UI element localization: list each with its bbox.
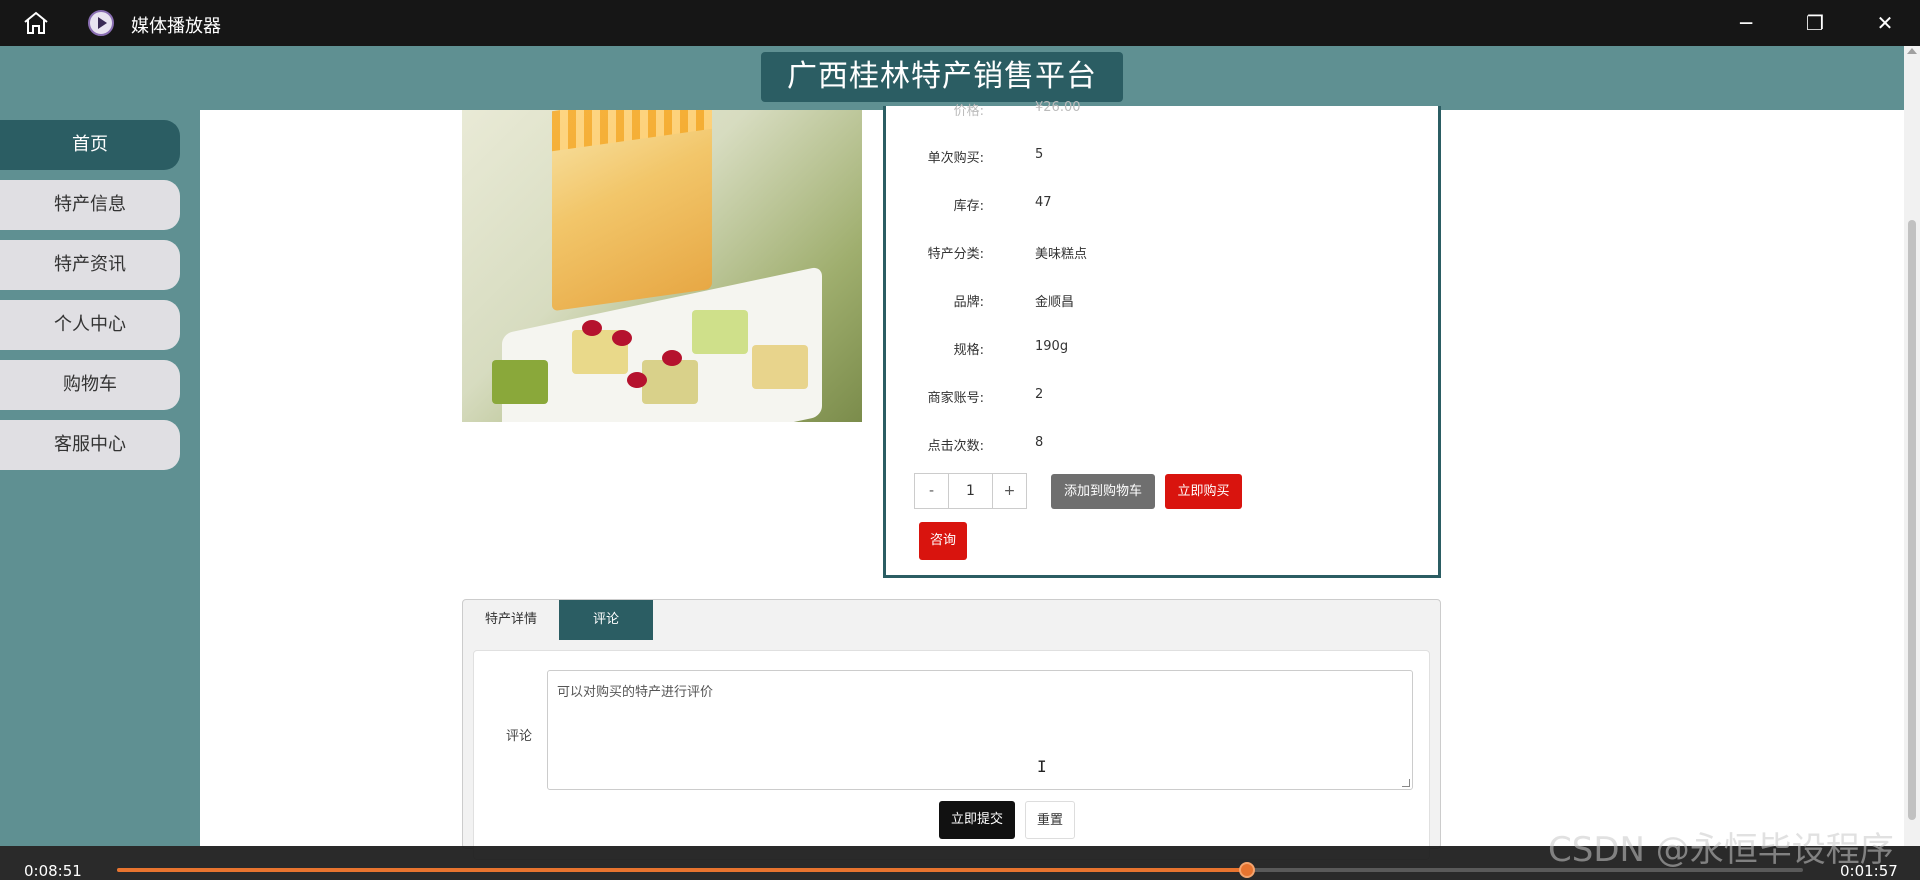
- consult-button[interactable]: 咨询: [919, 522, 967, 560]
- media-player-icon: [88, 10, 114, 36]
- info-row-merchant: 商家账号: 2: [886, 387, 1438, 407]
- info-value: 5: [1035, 147, 1044, 162]
- add-to-cart-button[interactable]: 添加到购物车: [1051, 474, 1155, 509]
- info-label: 特产分类:: [927, 247, 984, 262]
- info-row-category: 特产分类: 美味糕点: [886, 243, 1438, 263]
- close-button[interactable]: ✕: [1862, 8, 1908, 38]
- info-row-spec: 规格: 190g: [886, 339, 1438, 359]
- page-scrollbar[interactable]: [1904, 46, 1920, 846]
- quantity-input[interactable]: 1: [949, 474, 992, 508]
- info-value: 47: [1035, 195, 1052, 210]
- sidebar-item-cart[interactable]: 购物车: [0, 360, 180, 410]
- home-icon[interactable]: [22, 10, 50, 36]
- sidebar-item-product-news[interactable]: 特产资讯: [0, 240, 180, 290]
- info-label: 库存:: [953, 199, 984, 214]
- submit-comment-button[interactable]: 立即提交: [939, 801, 1015, 839]
- comment-label: 评论: [506, 729, 533, 744]
- info-label: 品牌:: [953, 295, 984, 310]
- buy-now-button[interactable]: 立即购买: [1165, 474, 1242, 509]
- player-title: 媒体播放器: [131, 16, 221, 37]
- info-row-price: 价格: ¥26.00: [886, 100, 1438, 120]
- watermark: CSDN @永恒毕设程序: [1548, 830, 1894, 870]
- site-title: 广西桂林特产销售平台: [761, 52, 1123, 102]
- info-row-clicks: 点击次数: 8: [886, 435, 1438, 455]
- product-info-panel: 价格: ¥26.00 单次购买: 5 库存: 47 特产分类: 美味糕点 品牌:…: [883, 100, 1441, 578]
- info-label: 点击次数:: [927, 439, 984, 454]
- product-tabs: 特产详情 评论 评论 可以对购买的特产进行评价 I 立即提交 重置: [462, 599, 1441, 860]
- scrollbar-thumb[interactable]: [1908, 220, 1916, 820]
- player-title-bar: 媒体播放器 ─ ❐ ✕: [0, 0, 1920, 46]
- sidebar-item-personal-center[interactable]: 个人中心: [0, 300, 180, 350]
- current-time: 0:08:51: [24, 862, 82, 880]
- quantity-stepper: - 1 +: [914, 473, 1027, 509]
- info-value: 8: [1035, 435, 1044, 450]
- info-value: 190g: [1035, 339, 1069, 354]
- comment-textarea[interactable]: 可以对购买的特产进行评价 I: [547, 670, 1413, 790]
- comment-form: 评论 可以对购买的特产进行评价 I 立即提交 重置: [473, 650, 1430, 860]
- info-row-brand: 品牌: 金顺昌: [886, 291, 1438, 311]
- info-label: 单次购买:: [927, 151, 984, 166]
- info-value: 2: [1035, 387, 1044, 402]
- scroll-up-arrow-icon[interactable]: [1907, 48, 1917, 54]
- info-value: 金顺昌: [1035, 295, 1075, 310]
- info-value: 美味糕点: [1035, 247, 1088, 262]
- product-image: [462, 110, 862, 422]
- info-value: ¥26.00: [1035, 100, 1081, 115]
- quantity-increase-button[interactable]: +: [992, 474, 1026, 508]
- tab-comments[interactable]: 评论: [559, 600, 653, 640]
- info-label: 规格:: [953, 343, 984, 358]
- reset-button[interactable]: 重置: [1025, 801, 1075, 839]
- comment-placeholder: 可以对购买的特产进行评价: [557, 685, 714, 700]
- progress-fill: [117, 868, 1247, 872]
- sidebar: 首页 特产信息 特产资讯 个人中心 购物车 客服中心: [0, 110, 200, 846]
- info-row-stock: 库存: 47: [886, 195, 1438, 215]
- tab-product-detail[interactable]: 特产详情: [463, 600, 559, 640]
- info-label: 价格:: [953, 104, 984, 119]
- quantity-decrease-button[interactable]: -: [915, 474, 949, 508]
- text-cursor-icon: I: [1037, 757, 1047, 776]
- sidebar-item-home[interactable]: 首页: [0, 120, 180, 170]
- progress-handle[interactable]: [1238, 862, 1255, 878]
- sidebar-item-product-info[interactable]: 特产信息: [0, 180, 180, 230]
- minimize-button[interactable]: ─: [1723, 8, 1769, 38]
- info-row-purchase-limit: 单次购买: 5: [886, 147, 1438, 167]
- maximize-button[interactable]: ❐: [1792, 8, 1838, 38]
- sidebar-item-customer-service[interactable]: 客服中心: [0, 420, 180, 470]
- resize-grip-icon[interactable]: [1402, 779, 1410, 787]
- info-label: 商家账号:: [927, 391, 984, 406]
